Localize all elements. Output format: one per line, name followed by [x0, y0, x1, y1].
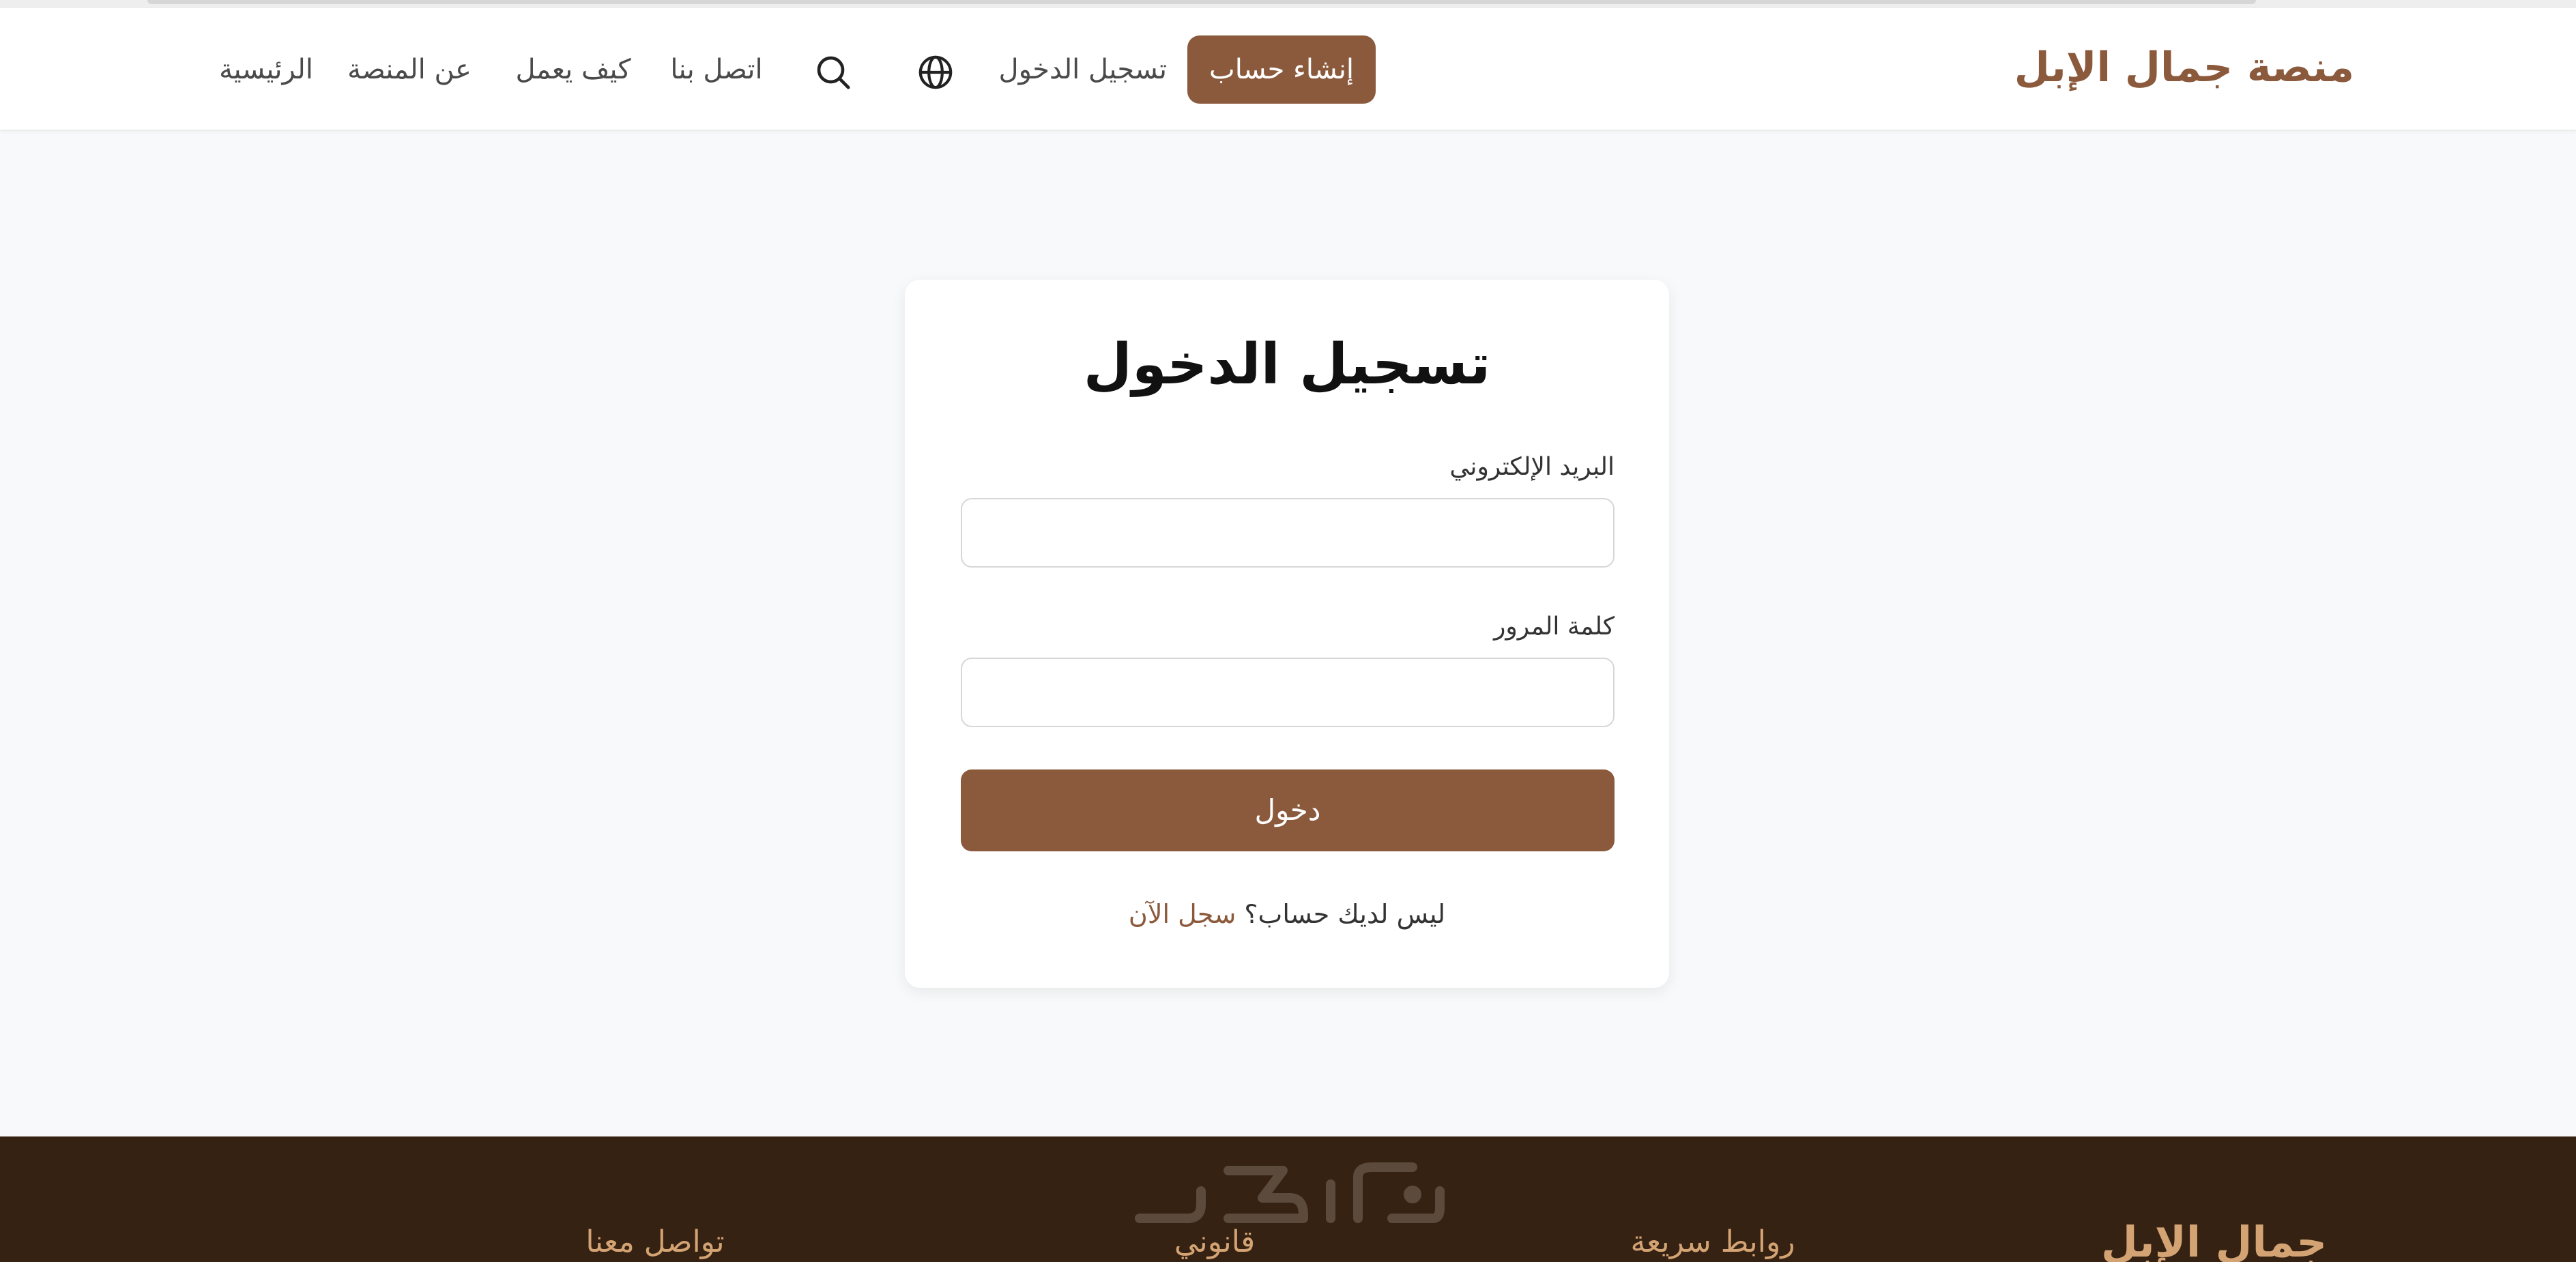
site-footer: جمال الإبل روابط سريعة قانوني تواصل معنا	[0, 1136, 2576, 1262]
password-field[interactable]	[961, 658, 1615, 727]
signup-button[interactable]: إنشاء حساب	[1187, 35, 1376, 104]
site-brand[interactable]: منصة جمال الإبل	[2014, 37, 2354, 98]
search-icon[interactable]	[814, 53, 852, 91]
email-label: البريد الإلكتروني	[1449, 453, 1615, 481]
scroll-indicator	[147, 0, 2256, 4]
site-header: منصة جمال الإبل إنشاء حساب تسجيل الدخول …	[0, 8, 2576, 131]
login-submit-button[interactable]: دخول	[961, 769, 1615, 851]
footer-legal-heading: قانوني	[1174, 1224, 1256, 1259]
register-link[interactable]: سجل الآن	[1129, 899, 1236, 929]
nav-about[interactable]: عن المنصة	[345, 42, 474, 97]
globe-icon[interactable]	[916, 53, 955, 91]
footer-contact-heading: تواصل معنا	[585, 1224, 725, 1259]
nav-home[interactable]: الرئيسية	[218, 42, 314, 97]
email-field[interactable]	[961, 498, 1615, 568]
nav-contact[interactable]: اتصل بنا	[669, 42, 764, 97]
login-card: تسجيل الدخول البريد الإلكتروني كلمة المر…	[905, 280, 1669, 988]
no-account-text: ليس لديك حساب؟	[1244, 899, 1446, 929]
browser-top-strip	[0, 0, 2576, 8]
password-label: كلمة المرور	[1493, 613, 1615, 641]
login-title: تسجيل الدخول	[1083, 332, 1491, 397]
nav-login-link[interactable]: تسجيل الدخول	[999, 42, 1167, 97]
nav-how-it-works[interactable]: كيف يعمل	[508, 42, 638, 97]
footer-quick-links-heading: روابط سريعة	[1630, 1224, 1795, 1259]
register-prompt: ليس لديك حساب؟ سجل الآن	[905, 894, 1669, 935]
footer-brand: جمال الإبل	[2101, 1217, 2327, 1262]
